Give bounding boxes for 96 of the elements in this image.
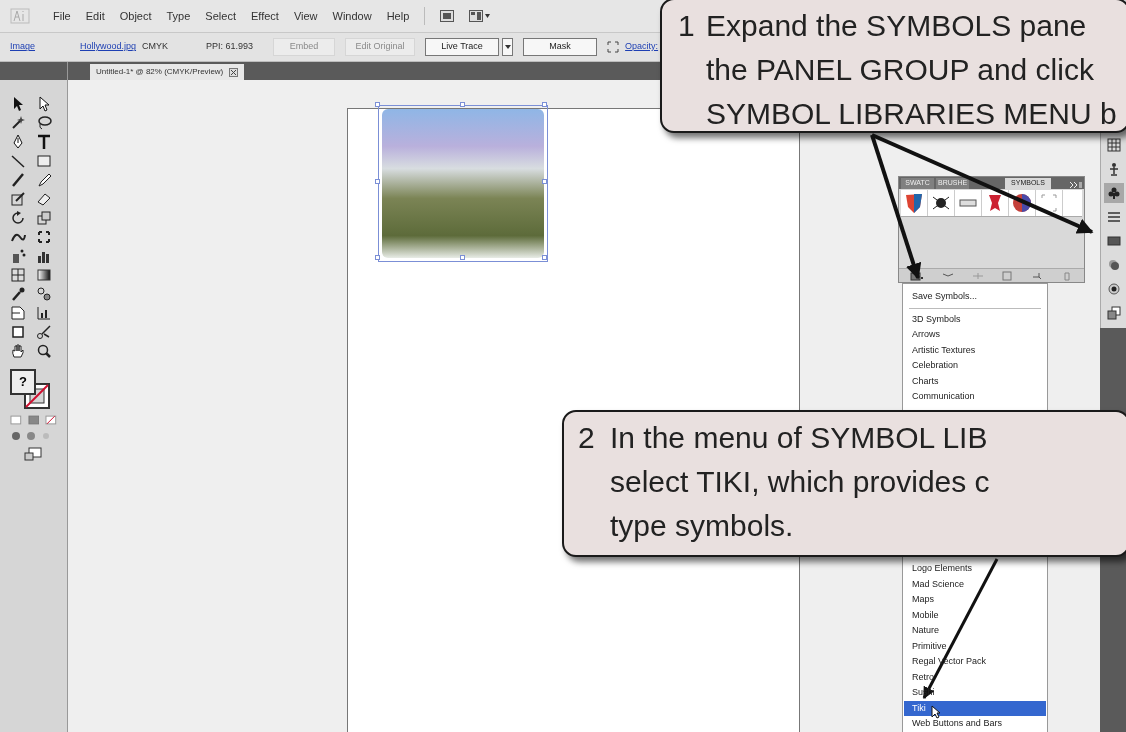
caret-icon xyxy=(504,45,511,49)
ppi-label: PPI: 61.993 xyxy=(206,40,254,54)
selection-handle[interactable] xyxy=(542,102,547,107)
object-type-link[interactable]: Image xyxy=(10,40,80,54)
rotate-icon[interactable] xyxy=(10,210,26,226)
menu-item[interactable]: Window xyxy=(332,7,372,25)
line-icon[interactable] xyxy=(10,153,26,169)
libraries-menu-icon[interactable] xyxy=(909,270,924,281)
color-mode-label: CMYK xyxy=(142,40,169,54)
grid-icon[interactable] xyxy=(1106,138,1121,152)
scale-icon[interactable] xyxy=(35,210,52,226)
eraser-icon[interactable] xyxy=(35,191,52,207)
toolbar-button[interactable]: Live Trace xyxy=(425,38,500,56)
menu-item[interactable]: 3D Symbols xyxy=(904,311,969,327)
menu-item[interactable]: Select xyxy=(205,7,236,25)
step-number: 1 xyxy=(678,9,695,42)
file-link[interactable]: Hollywood.jpg xyxy=(80,40,137,54)
selection-handle[interactable] xyxy=(542,179,547,184)
club-icon[interactable] xyxy=(1106,186,1121,200)
document-tab-title: Untitled-1* @ 82% (CMYK/Preview) xyxy=(96,66,224,78)
eyedropper-icon[interactable] xyxy=(10,286,26,302)
selection-handle[interactable] xyxy=(542,255,547,260)
sprayer-icon[interactable] xyxy=(10,248,26,264)
menu-item[interactable]: Artistic Textures xyxy=(904,342,984,358)
menu-item[interactable]: Retro xyxy=(904,669,942,685)
menu-item[interactable]: Communication xyxy=(904,389,983,405)
scissors-icon[interactable] xyxy=(35,324,52,340)
mesh-icon[interactable] xyxy=(10,267,26,283)
menu-item[interactable]: Type xyxy=(166,7,191,25)
menu-item[interactable]: Charts xyxy=(904,373,947,389)
transform-icon[interactable] xyxy=(607,41,620,53)
menu-item[interactable]: Web Buttons and Bars xyxy=(904,716,1010,732)
hand-icon[interactable] xyxy=(10,343,26,359)
menu-item[interactable]: Primitive xyxy=(904,638,955,654)
callout-text: select TIKI, which provides c xyxy=(610,464,990,500)
gradient-mode-icon[interactable] xyxy=(27,415,40,425)
menu-item[interactable]: Help xyxy=(386,7,410,25)
menu-item[interactable]: Effect xyxy=(250,7,279,25)
selection-handle[interactable] xyxy=(460,102,465,107)
toolbar-button[interactable]: Mask xyxy=(523,38,598,56)
menu-item[interactable]: Object xyxy=(119,7,152,25)
menu-item[interactable]: Celebration xyxy=(904,358,967,374)
menu-item[interactable]: Maps xyxy=(904,592,942,608)
panel-menu-icon[interactable] xyxy=(1068,181,1082,189)
callout-text: Expand the SYMBOLS pane xyxy=(706,8,1088,44)
rectangle-icon[interactable] xyxy=(35,153,52,169)
gradient-icon[interactable] xyxy=(35,267,52,283)
selection-handle[interactable] xyxy=(375,255,380,260)
menu-item[interactable]: Nature xyxy=(904,623,947,639)
step-number: 2 xyxy=(578,421,595,454)
menu-item[interactable]: Tiki xyxy=(904,700,1046,716)
callout-text: type symbols. xyxy=(610,508,795,544)
screen-mode-icon[interactable] xyxy=(24,447,42,461)
mouse-pointer-icon xyxy=(931,705,941,719)
circles-icon[interactable] xyxy=(1106,258,1121,272)
menu-item[interactable]: Arrows xyxy=(904,327,948,343)
workspace-icon[interactable] xyxy=(469,10,492,22)
slice-icon[interactable] xyxy=(10,305,26,321)
wand-icon[interactable] xyxy=(10,115,26,131)
callout-text: the PANEL GROUP and click xyxy=(706,52,1095,88)
gradient-swatch-icon[interactable] xyxy=(1106,234,1121,248)
blob-brush-icon[interactable] xyxy=(10,191,26,207)
menu-item[interactable]: Logo Elements xyxy=(904,561,981,577)
menu-item[interactable]: Mobile xyxy=(904,607,947,623)
selection-handle[interactable] xyxy=(375,102,380,107)
layers-icon[interactable] xyxy=(1106,306,1121,320)
type-icon[interactable] xyxy=(35,134,52,150)
orb-symbol-icon[interactable] xyxy=(1010,191,1034,215)
pencil-icon[interactable] xyxy=(35,172,52,188)
opacity-link[interactable]: Opacity: xyxy=(625,40,659,54)
brush-icon[interactable] xyxy=(10,172,26,188)
lines-icon[interactable] xyxy=(1106,210,1121,224)
menu-item[interactable]: Save Symbols... xyxy=(904,289,986,305)
close-icon[interactable] xyxy=(229,67,239,77)
menu-item[interactable]: Mad Science xyxy=(904,576,973,592)
document-tab[interactable]: Untitled-1* @ 82% (CMYK/Preview) xyxy=(90,64,245,80)
app-logo-icon xyxy=(10,8,30,24)
graph-icon[interactable] xyxy=(35,305,52,321)
none-mode-icon[interactable] xyxy=(45,415,57,425)
menu-item[interactable]: Edit xyxy=(85,7,105,25)
square-icon[interactable] xyxy=(10,324,26,340)
selection-handle[interactable] xyxy=(460,255,465,260)
blend-icon[interactable] xyxy=(35,286,52,302)
draw-normal-icon[interactable] xyxy=(10,431,22,441)
color-mode-icon[interactable] xyxy=(10,415,22,425)
lasso-icon[interactable] xyxy=(35,115,52,131)
selection-handle[interactable] xyxy=(375,179,380,184)
radio-icon[interactable] xyxy=(1106,282,1121,296)
callout-text: SYMBOL LIBRARIES MENU b xyxy=(706,96,1117,132)
menu-item[interactable]: File xyxy=(53,7,71,25)
transform-handles-icon[interactable] xyxy=(35,229,52,245)
callout-text: In the menu of SYMBOL LIB xyxy=(610,420,989,456)
fill-swatch[interactable]: ? xyxy=(10,369,36,395)
zoom-icon[interactable] xyxy=(35,343,52,359)
dropdown-button[interactable] xyxy=(502,38,514,56)
menu-item[interactable]: View xyxy=(293,7,318,25)
